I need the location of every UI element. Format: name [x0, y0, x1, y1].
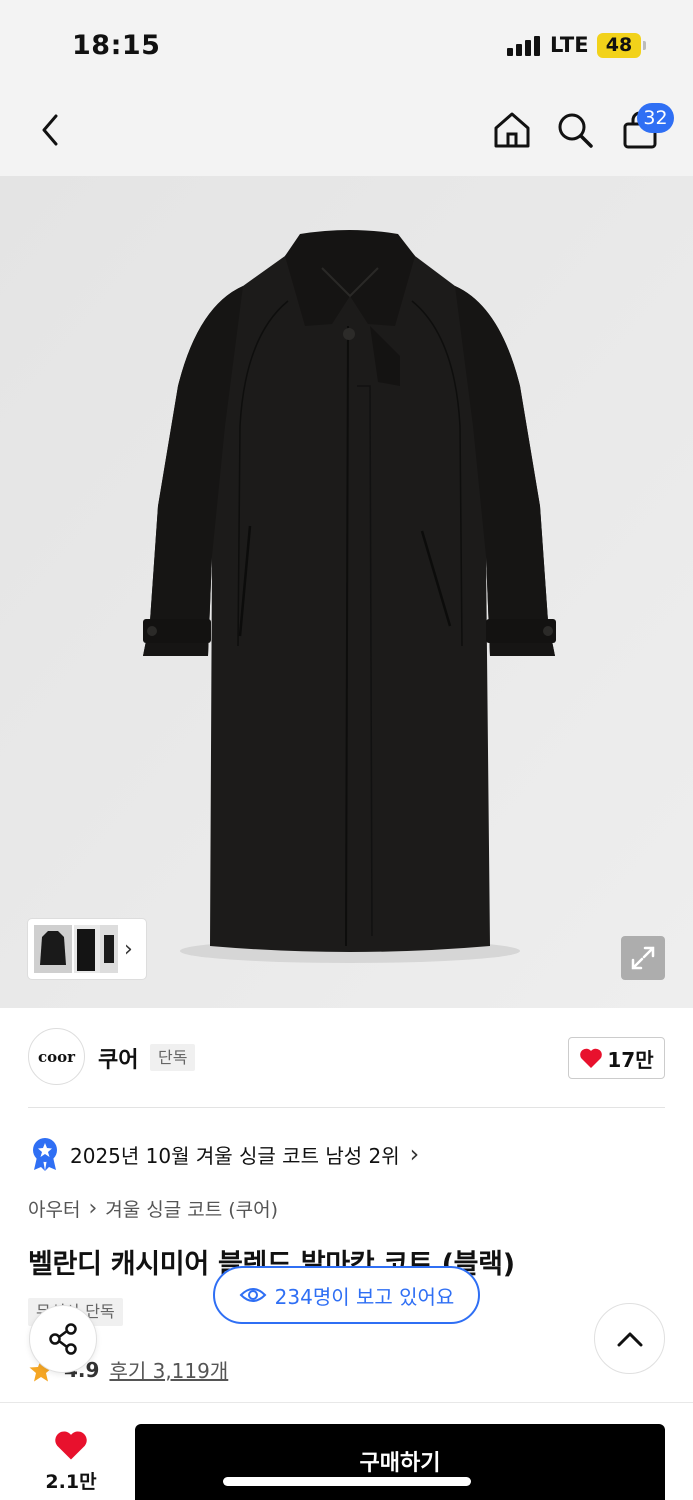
viewers-count-pill: 234명이 보고 있어요 — [213, 1266, 480, 1324]
expand-image-button[interactable] — [621, 936, 665, 980]
brand-like-button[interactable]: 17만 — [568, 1037, 665, 1079]
ranking-link[interactable]: 2025년 10월 겨울 싱글 코트 남성 2위 › — [30, 1136, 419, 1172]
status-time: 18:15 — [72, 30, 161, 61]
status-bar: 18:15 LTE 48 — [0, 0, 693, 92]
network-label: LTE — [550, 33, 589, 57]
brand-row: coor 쿠어 단독 17만 — [28, 1028, 665, 1086]
search-button[interactable] — [553, 108, 597, 152]
breadcrumb: 아우터 › 겨울 싱글 코트 (쿠어) — [28, 1195, 278, 1222]
brand-exclusive-tag: 단독 — [150, 1044, 196, 1071]
signal-icon — [507, 36, 543, 56]
review-count-link[interactable]: 후기 3,119개 — [109, 1355, 228, 1384]
back-button[interactable] — [28, 108, 72, 152]
scroll-to-top-button[interactable] — [594, 1303, 665, 1374]
divider — [28, 1107, 665, 1108]
brand-name[interactable]: 쿠어 — [98, 1042, 138, 1074]
back-icon — [42, 114, 58, 146]
search-icon — [558, 113, 593, 148]
home-button[interactable] — [490, 108, 534, 152]
chevron-right-icon: › — [88, 1196, 98, 1221]
coat-thumbnail-icon — [40, 931, 66, 965]
heart-icon — [55, 1431, 87, 1460]
battery-icon: 48 — [597, 33, 641, 58]
breadcrumb-category[interactable]: 아우터 — [28, 1195, 80, 1222]
brand-like-count: 17만 — [607, 1047, 654, 1072]
heart-icon — [580, 1048, 603, 1068]
breadcrumb-subcategory[interactable]: 겨울 싱글 코트 (쿠어) — [105, 1195, 278, 1222]
ranking-text: 2025년 10월 겨울 싱글 코트 남성 2위 — [70, 1143, 400, 1168]
cart-count-badge: 32 — [637, 103, 674, 133]
buy-button[interactable]: 구매하기 — [135, 1424, 665, 1500]
wishlist-button[interactable]: 2.1만 — [36, 1429, 106, 1493]
thumbnail-1[interactable] — [34, 925, 72, 973]
brand-logo[interactable]: coor — [28, 1028, 85, 1085]
share-button[interactable] — [29, 1305, 97, 1373]
share-icon — [49, 1323, 77, 1355]
chevron-right-icon[interactable]: › — [124, 937, 133, 962]
product-image[interactable] — [0, 176, 693, 1008]
viewers-text: 234명이 보고 있어요 — [274, 1284, 455, 1309]
battery-cap — [643, 41, 646, 50]
wishlist-count: 2.1만 — [45, 1471, 97, 1493]
eye-icon — [239, 1288, 267, 1302]
home-indicator — [223, 1477, 471, 1486]
nav-bar — [0, 92, 693, 176]
home-icon — [494, 112, 530, 148]
expand-icon — [631, 946, 655, 970]
chevron-up-icon — [617, 1332, 642, 1346]
ranking-badge-icon — [33, 1138, 57, 1171]
coat-image — [0, 176, 693, 1008]
thumbnail-3[interactable] — [100, 925, 118, 973]
thumbnail-2[interactable] — [74, 925, 100, 973]
chevron-right-icon: › — [409, 1140, 420, 1168]
